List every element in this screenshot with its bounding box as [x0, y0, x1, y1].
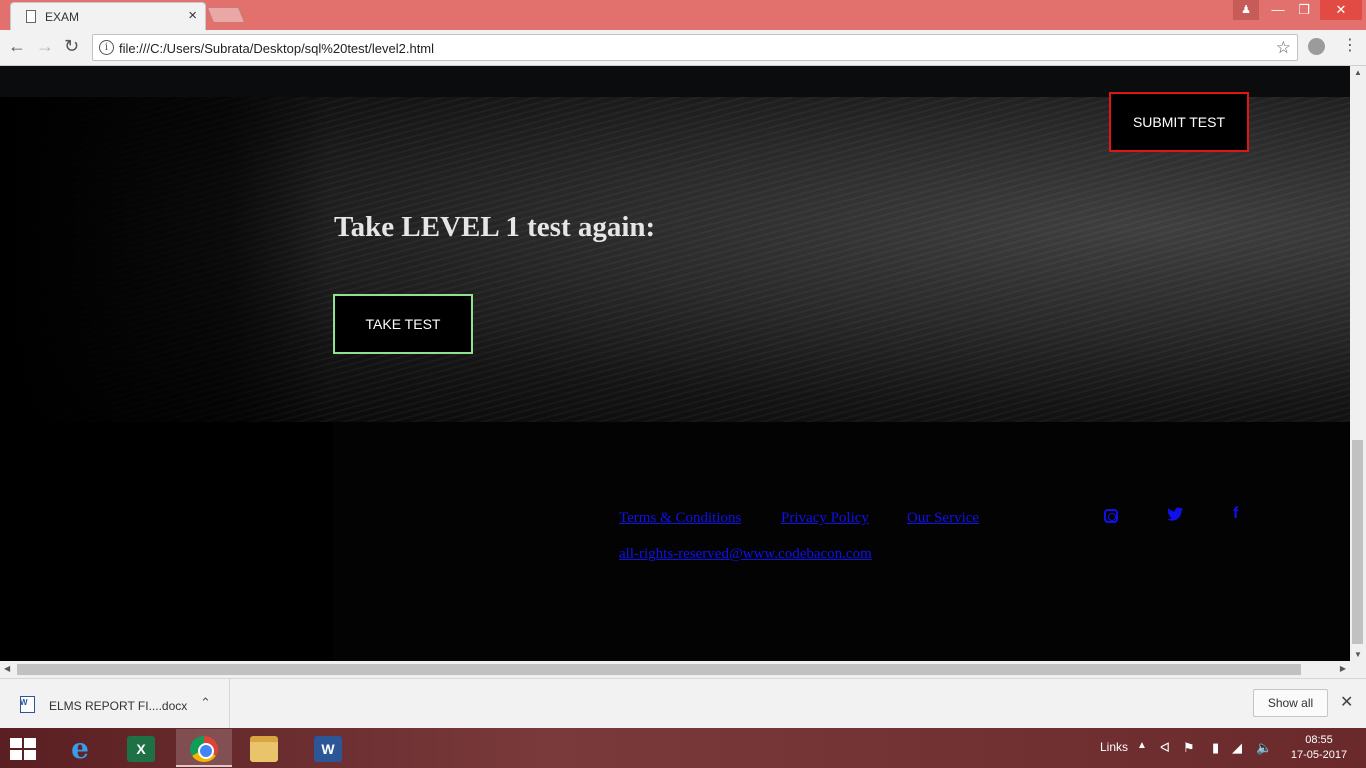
folder-icon: [250, 736, 278, 762]
scroll-down-arrow-icon[interactable]: ▼: [1354, 650, 1362, 659]
battery-icon[interactable]: ▮: [1212, 740, 1219, 756]
browser-title-bar: EXAM × ♟ — ❐ ✕: [0, 0, 1366, 30]
service-link[interactable]: Our Service: [907, 510, 979, 527]
internet-explorer-icon: e: [71, 732, 89, 765]
taskbar-internet-explorer[interactable]: e: [52, 729, 108, 767]
action-center-flag-icon[interactable]: ⚑: [1183, 740, 1195, 756]
back-arrow-icon[interactable]: ←: [8, 36, 26, 57]
links-toolbar[interactable]: Links: [1100, 740, 1128, 754]
scroll-corner: [1350, 661, 1366, 678]
address-bar[interactable]: i file:///C:/Users/Subrata/Desktop/sql%2…: [92, 34, 1298, 61]
chrome-icon: [190, 736, 218, 762]
show-hidden-icons-icon[interactable]: ▲: [1137, 740, 1147, 751]
horizontal-scroll-thumb[interactable]: [17, 664, 1301, 675]
bluetooth-icon[interactable]: ᐊ: [1160, 740, 1170, 756]
word-icon: W: [314, 736, 342, 762]
forward-arrow-icon[interactable]: →: [36, 36, 54, 57]
horizontal-scrollbar[interactable]: ◀ ▶: [0, 661, 1350, 678]
close-window-button[interactable]: ✕: [1320, 0, 1362, 20]
page-viewport: SUBMIT TEST Take LEVEL 1 test again: TAK…: [0, 66, 1350, 661]
submit-test-button[interactable]: SUBMIT TEST: [1109, 92, 1249, 152]
taskbar-excel[interactable]: X: [113, 729, 169, 767]
clock-time: 08:55: [1305, 734, 1333, 746]
rights-link[interactable]: all-rights-reserved@www.codebacon.com: [619, 546, 872, 563]
windows-taskbar: e X W Links ▲ ᐊ ⚑ ▮ ◢ 🔈 08:55 17-05-2017: [0, 728, 1366, 768]
reload-icon[interactable]: ↻: [64, 36, 79, 57]
scroll-up-arrow-icon[interactable]: ▲: [1354, 68, 1362, 77]
download-item[interactable]: ELMS REPORT FI....docx ⌃: [0, 679, 230, 729]
browser-tab[interactable]: EXAM ×: [10, 2, 206, 30]
restore-button[interactable]: ❐: [1292, 0, 1316, 20]
windows-start-icon[interactable]: [10, 738, 38, 760]
chevron-up-icon[interactable]: ⌃: [200, 695, 211, 711]
vertical-scrollbar[interactable]: ▲ ▼: [1350, 66, 1366, 661]
page-footer: Terms & Conditions Privacy Policy Our Se…: [333, 422, 1350, 661]
minimize-button[interactable]: —: [1266, 0, 1290, 20]
scroll-left-arrow-icon[interactable]: ◀: [4, 664, 10, 673]
volume-icon[interactable]: 🔈: [1256, 740, 1272, 756]
tab-title: EXAM: [45, 10, 80, 24]
taskbar-word[interactable]: W: [300, 729, 356, 767]
network-signal-icon[interactable]: ◢: [1232, 740, 1242, 756]
hero-shade: [0, 97, 330, 422]
twitter-icon[interactable]: [1167, 507, 1183, 525]
extension-icon[interactable]: [1308, 38, 1325, 55]
excel-icon: X: [127, 736, 155, 762]
user-profile-icon[interactable]: ♟: [1233, 0, 1259, 20]
system-clock[interactable]: 08:55 17-05-2017: [1288, 733, 1350, 763]
facebook-icon[interactable]: f: [1233, 505, 1238, 523]
clock-date: 17-05-2017: [1290, 749, 1348, 761]
page-heading: Take LEVEL 1 test again:: [334, 211, 656, 243]
info-icon[interactable]: i: [99, 40, 114, 55]
download-shelf: ELMS REPORT FI....docx ⌃ Show all ✕: [0, 678, 1366, 729]
taskbar-chrome[interactable]: [176, 729, 232, 767]
url-text[interactable]: file:///C:/Users/Subrata/Desktop/sql%20t…: [119, 41, 434, 56]
download-file-name[interactable]: ELMS REPORT FI....docx: [49, 699, 187, 713]
taskbar-file-explorer[interactable]: [236, 729, 292, 767]
page-icon: [26, 10, 36, 23]
bookmark-star-icon[interactable]: ☆: [1276, 38, 1291, 58]
instagram-icon[interactable]: [1104, 509, 1118, 523]
take-test-button[interactable]: TAKE TEST: [333, 294, 473, 354]
privacy-link[interactable]: Privacy Policy: [781, 510, 869, 527]
browser-toolbar: ← → ↻ i file:///C:/Users/Subrata/Desktop…: [0, 30, 1366, 66]
tab-close-icon[interactable]: ×: [188, 7, 197, 24]
scroll-right-arrow-icon[interactable]: ▶: [1340, 664, 1346, 673]
close-shelf-icon[interactable]: ✕: [1340, 692, 1353, 712]
menu-kebab-icon[interactable]: ⋮: [1342, 35, 1358, 55]
word-document-icon: [20, 696, 35, 713]
terms-link[interactable]: Terms & Conditions: [619, 510, 741, 527]
show-all-button[interactable]: Show all: [1253, 689, 1328, 717]
vertical-scroll-thumb[interactable]: [1352, 440, 1363, 644]
new-tab-button[interactable]: [206, 7, 246, 23]
